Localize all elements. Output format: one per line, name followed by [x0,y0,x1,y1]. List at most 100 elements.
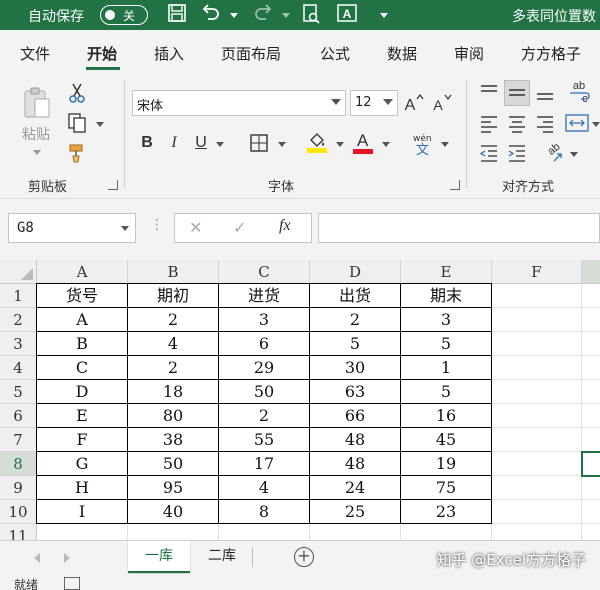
align-bottom-icon[interactable] [534,82,556,104]
formula-bar-splitter[interactable]: ⋮ [150,217,164,233]
cell-g7[interactable] [582,428,600,452]
merge-dropdown-icon[interactable] [592,122,600,127]
row-header-10[interactable]: 10 [0,500,37,524]
fill-color-icon[interactable] [306,130,328,153]
column-header-d[interactable]: D [310,260,401,284]
cell-c4[interactable]: 29 [218,355,310,380]
redo-icon[interactable] [250,3,276,27]
underline-dropdown-icon[interactable] [216,142,224,147]
confirm-icon[interactable]: ✓ [233,218,246,237]
cell-g5[interactable] [582,380,600,404]
cell-f3[interactable] [492,332,582,356]
italic-button[interactable]: I [163,132,185,154]
font-name-combo[interactable]: 宋体 [132,90,346,116]
cell-d9[interactable]: 24 [309,475,401,500]
column-header-b[interactable]: B [128,260,219,284]
name-box-dropdown-icon[interactable] [121,226,129,231]
cell-f9[interactable] [492,476,582,500]
row-header-9[interactable]: 9 [0,476,37,500]
cell-f7[interactable] [492,428,582,452]
cell-c11[interactable] [219,524,310,540]
cell-a10[interactable]: I [36,499,128,524]
font-color-icon[interactable]: A [352,130,374,156]
cell-c7[interactable]: 55 [218,427,310,452]
cell-b2[interactable]: 2 [127,307,219,332]
cell-e2[interactable]: 3 [400,307,492,332]
row-header-2[interactable]: 2 [0,308,37,332]
row-header-1[interactable]: 1 [0,284,37,308]
row-header-11[interactable]: 11 [0,524,37,540]
save-icon[interactable] [164,3,190,27]
column-header-e[interactable]: E [401,260,492,284]
borders-dropdown-icon[interactable] [278,142,286,147]
cell-c2[interactable]: 3 [218,307,310,332]
cell-a4[interactable]: C [36,355,128,380]
row-header-3[interactable]: 3 [0,332,37,356]
cell-b7[interactable]: 38 [127,427,219,452]
cell-g6[interactable] [582,404,600,428]
redo-dropdown-icon[interactable] [282,13,290,18]
font-size-combo[interactable]: 12 [350,90,398,116]
sheet-tab-1[interactable]: 一库 [128,541,190,573]
cell-d11[interactable] [310,524,401,540]
autosave-toggle[interactable]: 关 [100,5,148,25]
cell-e9[interactable]: 75 [400,475,492,500]
tab-insert[interactable]: 插入 [154,43,184,64]
cell-b10[interactable]: 40 [127,499,219,524]
align-top-icon[interactable] [478,82,500,104]
cell-e3[interactable]: 5 [400,331,492,356]
font-launcher-icon[interactable] [450,180,460,190]
column-header-g[interactable] [582,260,600,284]
column-header-f[interactable]: F [492,260,582,284]
cell-d4[interactable]: 30 [309,355,401,380]
cell-b6[interactable]: 80 [127,403,219,428]
cell-d5[interactable]: 63 [309,379,401,404]
cell-d3[interactable]: 5 [309,331,401,356]
formula-input[interactable] [318,213,600,243]
tab-page-layout[interactable]: 页面布局 [221,43,281,64]
cell-e4[interactable]: 1 [400,355,492,380]
align-right-icon[interactable] [534,112,556,134]
cell-b5[interactable]: 18 [127,379,219,404]
orientation-dropdown-icon[interactable] [570,152,578,157]
increase-font-size-icon[interactable]: A [402,92,424,114]
cell-g1[interactable] [582,284,600,308]
font-size-dropdown-icon[interactable] [383,99,393,105]
row-header-7[interactable]: 7 [0,428,37,452]
undo-dropdown-icon[interactable] [230,13,238,18]
cell-b8[interactable]: 50 [127,451,219,476]
cell-e6[interactable]: 16 [400,403,492,428]
decrease-font-size-icon[interactable]: A [430,92,452,114]
row-header-4[interactable]: 4 [0,356,37,380]
tab-formulas[interactable]: 公式 [320,43,350,64]
copy-icon[interactable] [66,112,88,134]
row-header-6[interactable]: 6 [0,404,37,428]
cell-a8[interactable]: G [36,451,128,476]
increase-indent-icon[interactable] [506,142,528,164]
cell-b9[interactable]: 95 [127,475,219,500]
cell-e1[interactable]: 期末 [400,283,492,308]
cell-b1[interactable]: 期初 [127,283,219,308]
cut-icon[interactable] [66,82,88,104]
fill-color-dropdown-icon[interactable] [336,142,344,147]
cell-f4[interactable] [492,356,582,380]
cell-b3[interactable]: 4 [127,331,219,356]
cell-f6[interactable] [492,404,582,428]
paste-icon[interactable] [22,86,52,120]
cell-b4[interactable]: 2 [127,355,219,380]
cell-a9[interactable]: H [36,475,128,500]
cell-a5[interactable]: D [36,379,128,404]
text-box-icon[interactable]: A [334,3,360,27]
row-header-5[interactable]: 5 [0,380,37,404]
cell-g10[interactable] [582,500,600,524]
wrap-text-icon[interactable]: ab c [566,78,592,106]
cell-a7[interactable]: F [36,427,128,452]
cell-c10[interactable]: 8 [218,499,310,524]
cell-a1[interactable]: 货号 [36,283,128,308]
format-painter-icon[interactable] [66,142,88,164]
cell-f5[interactable] [492,380,582,404]
customize-quick-access-icon[interactable] [380,13,388,18]
cell-g2[interactable] [582,308,600,332]
cell-g4[interactable] [582,356,600,380]
font-color-dropdown-icon[interactable] [382,142,390,147]
